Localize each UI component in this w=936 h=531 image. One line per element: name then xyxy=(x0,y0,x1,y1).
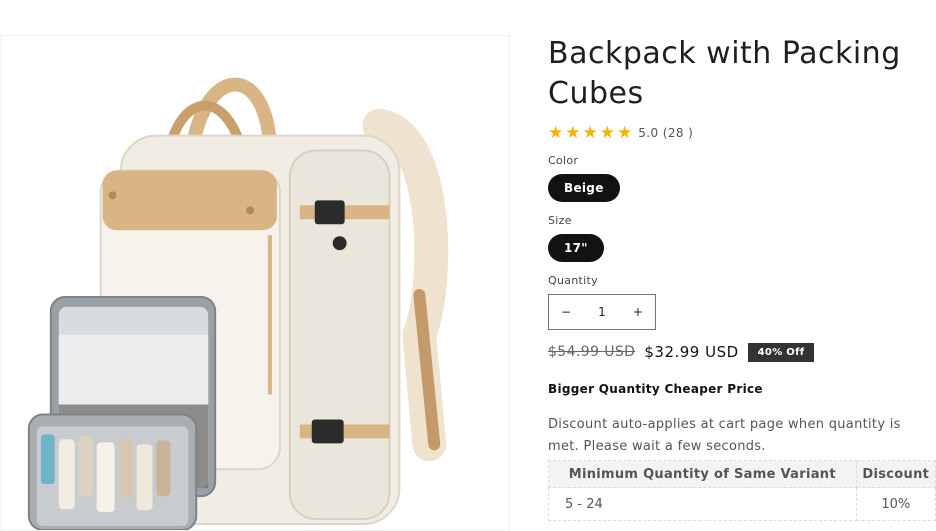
product-image[interactable] xyxy=(0,35,510,531)
backpack-illustration xyxy=(27,77,449,530)
increase-quantity-button[interactable]: + xyxy=(633,305,643,319)
rating[interactable]: ★ ★ ★ ★ ★ 5.0 (28 ) xyxy=(548,124,936,142)
price-row: $54.99 USD $32.99 USD 40% Off xyxy=(548,342,936,362)
table-header-row: Minimum Quantity of Same Variant Discoun… xyxy=(548,460,936,488)
color-option-beige[interactable]: Beige xyxy=(548,174,620,202)
size-label: Size xyxy=(548,214,572,227)
quantity-label: Quantity xyxy=(548,274,598,287)
star-icon: ★ xyxy=(582,122,598,143)
sale-price: $32.99 USD xyxy=(644,343,739,361)
bulk-discount-heading: Bigger Quantity Cheaper Price xyxy=(548,382,763,396)
column-header-discount: Discount xyxy=(855,460,936,488)
table-row: 5 - 24 10% xyxy=(548,487,936,521)
star-icon: ★ xyxy=(599,122,615,143)
min-quantity-cell: 5 - 24 xyxy=(548,487,857,521)
bulk-discount-description: Discount auto-applies at cart page when … xyxy=(548,417,901,454)
product-title: Backpack with Packing Cubes xyxy=(548,36,901,111)
column-header-min-quantity: Minimum Quantity of Same Variant xyxy=(548,460,857,488)
quantity-stepper: − 1 + xyxy=(548,294,656,330)
star-icon: ★ xyxy=(548,122,564,143)
compare-at-price: $54.99 USD xyxy=(548,344,636,360)
rating-text: 5.0 (28 ) xyxy=(638,126,694,140)
bulk-discount-table: Minimum Quantity of Same Variant Discoun… xyxy=(548,460,936,521)
discount-cell: 10% xyxy=(855,487,936,521)
product-info: Backpack with Packing Cubes ★ ★ ★ ★ ★ 5.… xyxy=(548,34,936,521)
quantity-input[interactable]: 1 xyxy=(598,305,606,319)
decrease-quantity-button[interactable]: − xyxy=(561,305,571,319)
rating-stars: ★ ★ ★ ★ ★ xyxy=(548,122,633,143)
color-label: Color xyxy=(548,154,579,167)
discount-badge: 40% Off xyxy=(747,342,815,362)
star-icon: ★ xyxy=(565,122,581,143)
star-icon: ★ xyxy=(617,122,633,143)
size-option-17[interactable]: 17" xyxy=(548,234,604,262)
